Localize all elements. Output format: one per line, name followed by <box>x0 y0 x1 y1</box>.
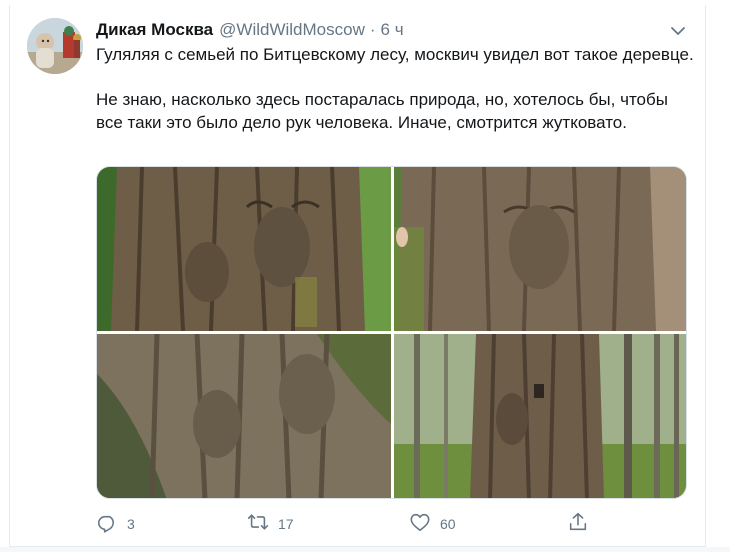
separator-dot: · <box>369 20 376 39</box>
retweet-button[interactable]: 17 <box>247 512 294 536</box>
page-background <box>706 0 730 552</box>
share-button[interactable] <box>567 512 589 536</box>
avatar[interactable] <box>27 18 83 74</box>
photo-4[interactable] <box>394 334 686 498</box>
action-bar: 3 17 60 <box>96 512 696 536</box>
media-grid <box>96 166 687 499</box>
tweet-timestamp[interactable]: 6 ч <box>381 20 404 40</box>
photo-3[interactable] <box>97 334 391 498</box>
heart-icon <box>409 511 431 538</box>
tweet-text: Гуляляя с семьей по Битцевскому лесу, мо… <box>96 45 694 132</box>
next-tweet-edge <box>0 547 730 552</box>
retweet-count: 17 <box>278 516 294 532</box>
photo-1[interactable] <box>97 167 391 331</box>
reply-button[interactable]: 3 <box>96 512 135 536</box>
reply-count: 3 <box>127 516 135 532</box>
chevron-down-icon[interactable] <box>668 21 688 41</box>
share-icon <box>567 511 589 538</box>
like-count: 60 <box>440 516 456 532</box>
tweet-header: Дикая Москва @WildWildMoscow · 6 ч <box>96 20 404 42</box>
photo-2[interactable] <box>394 167 686 331</box>
author-handle[interactable]: @WildWildMoscow <box>219 20 365 40</box>
reply-icon <box>96 511 118 538</box>
author-name[interactable]: Дикая Москва <box>96 20 213 40</box>
retweet-icon <box>247 511 269 538</box>
like-button[interactable]: 60 <box>409 512 456 536</box>
